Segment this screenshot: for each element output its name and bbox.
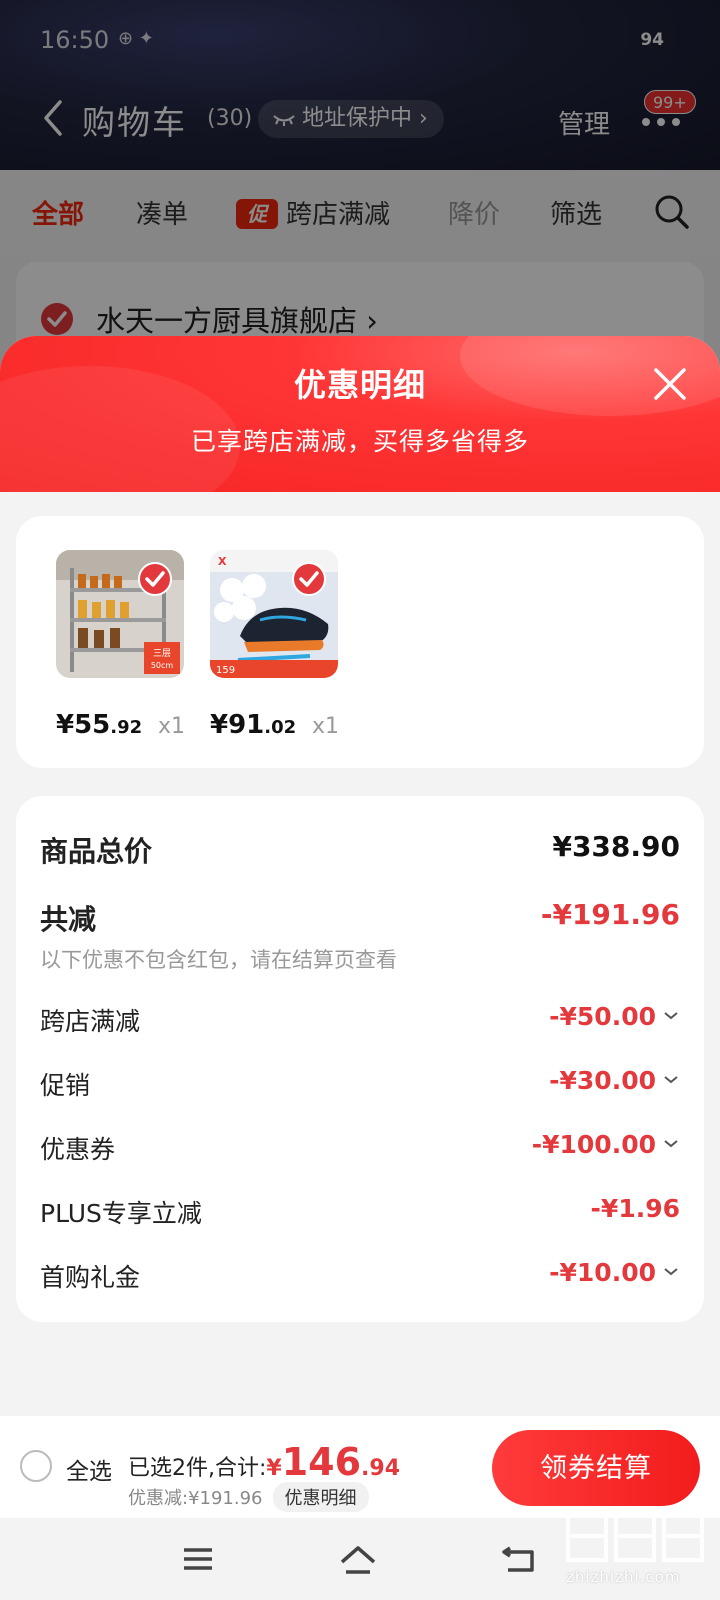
price-integer: ¥55 <box>56 710 111 740</box>
plus-discount-value: -¥1.96 <box>590 1194 680 1223</box>
promotion-value[interactable]: -¥30.00 <box>549 1066 680 1095</box>
product-price: ¥55.92 <box>56 710 142 740</box>
total-reduction-value: -¥191.96 <box>540 898 680 931</box>
total-price: ¥146.94 <box>266 1440 401 1484</box>
price-decimal: .92 <box>110 717 143 738</box>
chevron-down-icon <box>664 1268 678 1276</box>
promotion-amount: -¥30.00 <box>549 1066 656 1095</box>
coupon-value[interactable]: -¥100.00 <box>532 1130 680 1159</box>
menu-icon[interactable] <box>178 1542 218 1576</box>
total-decimal: .94 <box>361 1456 401 1481</box>
total-reduction-label: 共减 <box>40 903 97 936</box>
price-integer: ¥91 <box>210 710 265 740</box>
selection-summary: 已选2件,合计:¥146.94 <box>128 1440 400 1484</box>
first-purchase-gift-label: 首购礼金 <box>40 1263 141 1292</box>
reduction-note: 以下优惠不包含红包，请在结算页查看 <box>40 948 397 972</box>
site-watermark: zhizhizhi.com <box>560 1504 710 1594</box>
sheet-title: 优惠明细 <box>293 366 426 404</box>
discount-amount-text: 优惠减:¥191.96 <box>128 1488 263 1509</box>
total-integer: 146 <box>281 1440 362 1484</box>
close-icon[interactable] <box>650 364 690 404</box>
product-price: ¥91.02 <box>210 710 296 740</box>
svg-text:159: 159 <box>216 665 235 676</box>
discount-detail-chip[interactable]: 优惠明细 <box>272 1482 369 1512</box>
cross-store-discount-value[interactable]: -¥50.00 <box>549 1002 680 1031</box>
chevron-down-icon <box>664 1012 678 1020</box>
discount-detail-sheet: 优惠明细 已享跨店满减，买得多省得多 三层 50cm ¥55.92 x1 X 1… <box>0 336 720 1600</box>
coupon-amount: -¥100.00 <box>531 1130 656 1159</box>
watermark-logo <box>566 1510 704 1562</box>
goods-total-label: 商品总价 <box>40 835 153 868</box>
price-breakdown-card: 商品总价 ¥338.90 共减 -¥191.96 以下优惠不包含红包，请在结算页… <box>16 796 704 1322</box>
coupon-label: 优惠券 <box>40 1135 116 1164</box>
cross-store-amount: -¥50.00 <box>549 1002 656 1031</box>
selected-products-card: 三层 50cm ¥55.92 x1 X 159 ¥91.02 x1 <box>16 516 704 768</box>
watermark-text: zhizhizhi.com <box>566 1568 681 1586</box>
sheet-subtitle: 已享跨店满减，买得多省得多 <box>190 427 529 456</box>
goods-total-value: ¥338.90 <box>552 830 680 863</box>
select-all-radio[interactable] <box>20 1450 52 1482</box>
checkout-button[interactable]: 领券结算 <box>492 1430 700 1506</box>
chevron-down-icon <box>664 1140 678 1148</box>
sheet-header: 优惠明细 已享跨店满减，买得多省得多 <box>0 336 720 526</box>
price-decimal: .02 <box>264 717 297 738</box>
first-purchase-gift-value[interactable]: -¥10.00 <box>549 1258 680 1287</box>
discount-summary: 优惠减:¥191.96 优惠明细 <box>128 1482 369 1512</box>
first-purchase-amount: -¥10.00 <box>549 1258 656 1287</box>
check-circle-icon[interactable] <box>292 562 326 596</box>
checkout-bar: 全选 已选2件,合计:¥146.94 优惠减:¥191.96 优惠明细 领券结算 <box>0 1416 720 1518</box>
home-icon[interactable] <box>338 1542 378 1576</box>
svg-text:三层: 三层 <box>153 648 171 659</box>
svg-text:X: X <box>218 555 227 568</box>
back-icon[interactable] <box>500 1542 540 1576</box>
chevron-down-icon <box>664 1076 678 1084</box>
select-all-label[interactable]: 全选 <box>66 1452 112 1486</box>
selected-count-text: 已选2件,合计: <box>128 1456 267 1481</box>
product-quantity: x1 <box>312 714 340 739</box>
total-currency: ¥ <box>266 1456 282 1481</box>
promotion-label: 促销 <box>40 1071 91 1100</box>
plus-discount-label: PLUS专享立减 <box>40 1199 202 1228</box>
product-quantity: x1 <box>158 714 186 739</box>
svg-text:50cm: 50cm <box>151 661 174 670</box>
check-circle-icon[interactable] <box>138 562 172 596</box>
cross-store-discount-label: 跨店满减 <box>40 1007 141 1036</box>
